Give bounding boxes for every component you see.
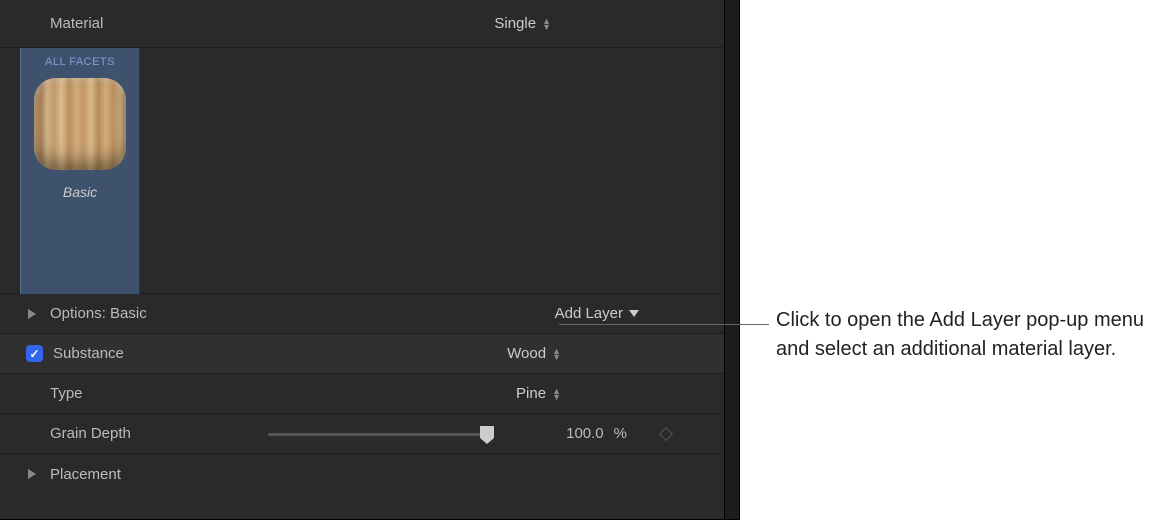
- updown-icon: ▲▼: [552, 348, 561, 360]
- type-label: Type: [50, 385, 83, 402]
- add-layer-label: Add Layer: [555, 305, 623, 322]
- keyframe-diamond-icon[interactable]: [659, 426, 673, 440]
- material-label: Material: [50, 15, 103, 32]
- callout-area: Click to open the Add Layer pop-up menu …: [740, 0, 1160, 532]
- chevron-down-icon: [629, 310, 639, 317]
- inspector-panel: Material Single ▲▼ ALL FACETS Basic Opti…: [0, 0, 740, 520]
- facet-all-facets[interactable]: ALL FACETS Basic: [20, 48, 140, 294]
- options-label: Options: Basic: [50, 305, 147, 322]
- grain-depth-value[interactable]: 100.0: [528, 425, 608, 442]
- disclosure-triangle-icon[interactable]: [28, 309, 36, 319]
- options-row: Options: Basic Add Layer: [0, 294, 739, 334]
- slider-thumb-icon[interactable]: [480, 426, 494, 438]
- grain-depth-row: Grain Depth 100.0 %: [0, 414, 739, 454]
- type-value: Pine: [516, 385, 546, 402]
- add-layer-popup[interactable]: Add Layer: [555, 305, 639, 322]
- type-row: Type Pine ▲▼: [0, 374, 739, 414]
- facets-area: ALL FACETS Basic: [0, 48, 739, 294]
- material-preview-thumbnail: [34, 78, 126, 170]
- material-mode-popup[interactable]: Single ▲▼: [494, 15, 559, 32]
- type-popup[interactable]: Pine ▲▼: [516, 385, 569, 402]
- disclosure-triangle-icon[interactable]: [28, 469, 36, 479]
- substance-row: ✓ Substance Wood ▲▼: [0, 334, 739, 374]
- placement-label: Placement: [50, 466, 121, 483]
- grain-depth-slider[interactable]: [268, 426, 488, 442]
- updown-icon: ▲▼: [552, 388, 561, 400]
- material-row: Material Single ▲▼: [0, 0, 739, 48]
- material-mode-value: Single: [494, 15, 536, 32]
- callout-text: Click to open the Add Layer pop-up menu …: [776, 306, 1146, 364]
- placement-row: Placement: [0, 454, 739, 494]
- substance-enable-checkbox[interactable]: ✓: [26, 345, 43, 362]
- grain-depth-unit: %: [614, 425, 627, 442]
- updown-icon: ▲▼: [542, 18, 551, 30]
- substance-value: Wood: [507, 345, 546, 362]
- callout-leader-line: [559, 324, 769, 325]
- facet-preset-name: Basic: [63, 184, 97, 200]
- substance-label: Substance: [53, 345, 124, 362]
- grain-depth-label: Grain Depth: [50, 425, 131, 442]
- facet-tab-label: ALL FACETS: [45, 56, 115, 68]
- substance-popup[interactable]: Wood ▲▼: [507, 345, 569, 362]
